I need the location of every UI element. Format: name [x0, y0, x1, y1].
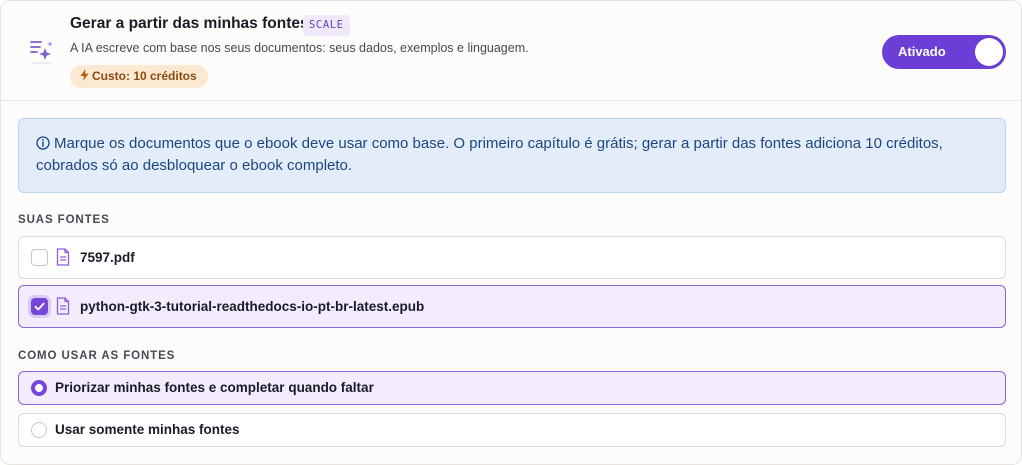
sources-settings-card: Gerar a partir das minhas fontes SCALE A… [0, 0, 1022, 465]
feature-toggle[interactable]: Ativado [882, 35, 1006, 69]
info-notice: Marque os documentos que o ebook deve us… [18, 118, 1006, 193]
usage-option-prioritize[interactable]: Priorizar minhas fontes e completar quan… [18, 371, 1006, 405]
usage-section-label: COMO USAR AS FONTES [18, 350, 176, 362]
bolt-icon [80, 69, 89, 81]
source-filename: 7597.pdf [80, 250, 135, 265]
checkmark-icon [34, 302, 45, 311]
source-checkbox[interactable] [31, 298, 48, 315]
source-item[interactable]: 7597.pdf [18, 236, 1006, 279]
option-label: Priorizar minhas fontes e completar quan… [55, 380, 374, 395]
file-icon [56, 297, 70, 315]
source-checkbox[interactable] [31, 249, 48, 266]
radio-button[interactable] [31, 380, 47, 396]
file-icon [56, 248, 70, 266]
radio-button[interactable] [31, 422, 47, 438]
option-label: Usar somente minhas fontes [55, 422, 240, 437]
toggle-label: Ativado [898, 44, 946, 59]
sparkle-list-icon [30, 41, 53, 64]
usage-option-only-mine[interactable]: Usar somente minhas fontes [18, 413, 1006, 447]
info-text: Marque os documentos que o ebook deve us… [36, 135, 943, 174]
feature-description: A IA escreve com base nos seus documento… [70, 41, 529, 55]
feature-title: Gerar a partir das minhas fontes [70, 15, 309, 32]
cost-badge: Custo: 10 créditos [70, 65, 208, 88]
cost-label: Custo: 10 créditos [92, 69, 197, 83]
sources-section-label: SUAS FONTES [18, 214, 110, 226]
info-icon [36, 136, 50, 150]
source-filename: python-gtk-3-tutorial-readthedocs-io-pt-… [80, 299, 425, 314]
source-item[interactable]: python-gtk-3-tutorial-readthedocs-io-pt-… [18, 285, 1006, 328]
plan-badge: SCALE [303, 15, 350, 36]
toggle-knob [975, 38, 1003, 66]
feature-header: Gerar a partir das minhas fontes SCALE A… [1, 1, 1021, 101]
